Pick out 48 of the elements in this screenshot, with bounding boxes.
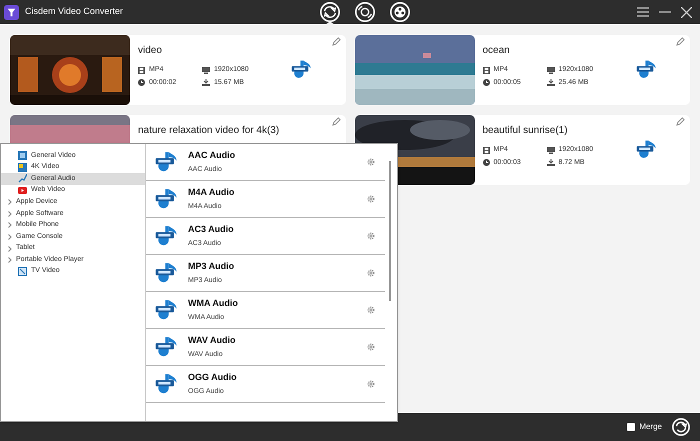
download-icon (546, 79, 554, 86)
menu-icon[interactable] (637, 7, 649, 17)
monitor-icon (546, 66, 554, 74)
pencil-icon[interactable] (332, 117, 340, 126)
merge-checkbox[interactable]: Merge (627, 421, 662, 433)
monitor-icon (546, 146, 554, 154)
pencil-icon[interactable] (332, 37, 340, 46)
settings-icon[interactable] (367, 195, 375, 203)
task-name: video (138, 44, 162, 58)
film-reel-icon[interactable] (389, 1, 411, 24)
format-name: WMA Audio (188, 297, 238, 310)
settings-icon[interactable] (367, 269, 375, 277)
download-icon (202, 79, 210, 86)
monitor-icon (202, 66, 210, 74)
convert-all-icon[interactable] (672, 418, 690, 436)
film-icon (138, 66, 145, 74)
close-icon[interactable] (681, 6, 692, 18)
format-name: OGG Audio (188, 371, 237, 384)
film-icon (482, 146, 490, 154)
settings-icon[interactable] (367, 306, 375, 314)
clock-icon (138, 79, 145, 86)
settings-icon[interactable] (367, 343, 375, 351)
disc-icon[interactable] (354, 1, 376, 24)
format-name: AC3 Audio (188, 223, 234, 236)
app-logo-icon (4, 4, 19, 20)
window-title: Cisdem Video Converter (25, 5, 123, 18)
minimize-icon[interactable] (659, 11, 671, 13)
screen-icon (18, 162, 27, 172)
film-icon (18, 151, 27, 160)
format-name: MP3 Audio (188, 260, 234, 273)
clock-icon (482, 79, 490, 86)
pencil-icon[interactable] (676, 37, 685, 46)
download-icon (546, 159, 554, 166)
task-name: ocean (482, 44, 510, 58)
settings-icon[interactable] (367, 158, 375, 166)
convert-arrows-icon[interactable] (319, 1, 341, 24)
format-name: AAC Audio (188, 149, 236, 162)
format-name: M4A Audio (188, 186, 234, 199)
play-icon (18, 187, 27, 194)
task-name: nature relaxation video for 4k(3) (138, 124, 280, 138)
settings-icon[interactable] (367, 380, 375, 388)
tv-icon (18, 267, 27, 276)
format-name: WAV Audio (188, 334, 236, 347)
clock-icon (482, 159, 490, 166)
settings-icon[interactable] (367, 232, 375, 240)
film-icon (482, 66, 490, 74)
task-name: beautiful sunrise(1) (482, 124, 568, 138)
pencil-icon[interactable] (676, 117, 685, 126)
